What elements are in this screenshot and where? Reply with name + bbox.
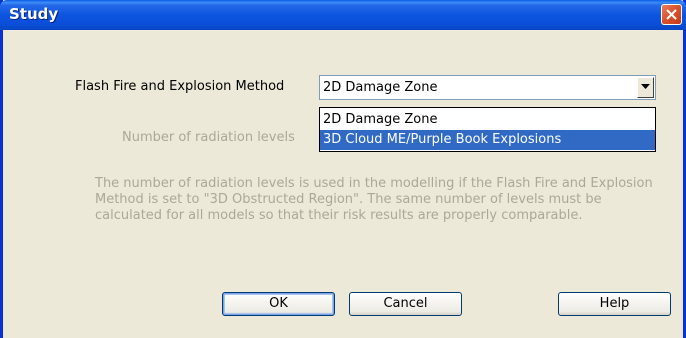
method-label: Flash Fire and Explosion Method [75, 79, 285, 94]
cancel-button[interactable]: Cancel [349, 292, 462, 316]
method-combobox[interactable]: 2D Damage Zone [319, 75, 656, 100]
dropdown-option-3d-cloud-me[interactable]: 3D Cloud ME/Purple Book Explosions [320, 130, 655, 150]
method-dropdown-list: 2D Damage Zone 3D Cloud ME/Purple Book E… [319, 107, 656, 152]
study-dialog: Study Flash Fire and Explosion Method 2D… [0, 0, 686, 338]
close-icon [666, 9, 677, 20]
close-button[interactable] [661, 4, 682, 25]
title-bar[interactable]: Study [0, 0, 686, 30]
dialog-title: Study [9, 5, 59, 23]
description-text: The number of radiation levels is used i… [95, 176, 653, 223]
method-combobox-value: 2D Damage Zone [323, 80, 438, 95]
combobox-dropdown-button[interactable] [637, 77, 654, 98]
radiation-levels-label: Number of radiation levels [122, 130, 295, 145]
chevron-down-icon [641, 84, 650, 89]
ok-button[interactable]: OK [222, 292, 335, 316]
help-button[interactable]: Help [558, 292, 671, 316]
dropdown-option-2d-damage-zone[interactable]: 2D Damage Zone [320, 110, 655, 130]
